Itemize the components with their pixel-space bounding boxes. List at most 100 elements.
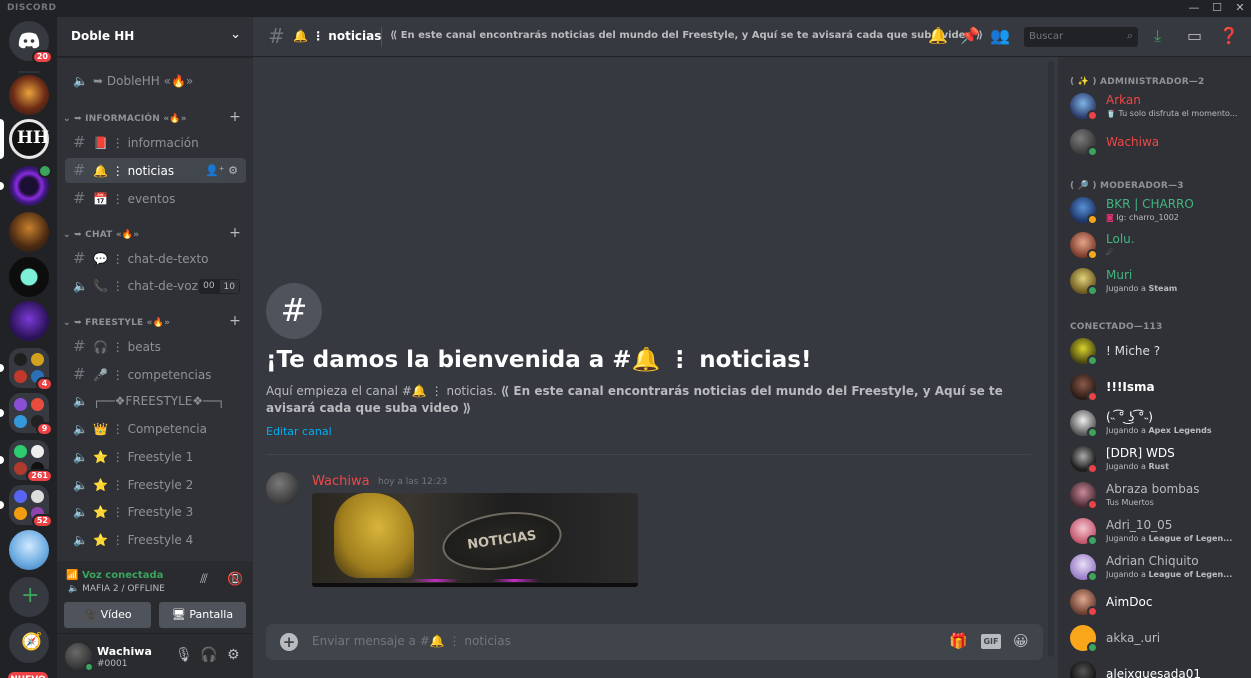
search-input[interactable]: Buscar ⌕ [1024,27,1138,47]
invite-icon[interactable]: 👤⁺ [205,164,225,177]
voice-channel-doblehh[interactable]: 🔈 ➥ DobleHH «🔥» [65,69,246,94]
category-chat[interactable]: ⌄ ➥ CHAT «🔥» + [59,225,249,243]
voice-channel-freestyle-2[interactable]: 🔈 ⭐ ⋮ Freestyle 2 [65,473,246,498]
server-folder-1[interactable]: 4 [0,348,53,391]
add-channel-icon[interactable]: + [229,109,241,125]
member-aleixquesada01[interactable]: aleixquesada01 [1070,659,1248,678]
download-icon[interactable]: ⤓ [1154,26,1161,46]
minimize-icon[interactable]: — [1183,1,1205,16]
member-aimdoc[interactable]: AimDoc [1070,587,1248,619]
avatar[interactable] [266,472,299,505]
member-activity-text: Ig: charro_1002 [1116,213,1179,222]
add-channel-icon[interactable]: + [229,313,241,329]
server-folder-3[interactable]: 261 [0,440,53,483]
pin-icon[interactable]: 📌 [960,26,980,45]
gift-icon[interactable]: 🎁 [949,632,968,650]
member-list-icon[interactable]: 👥 [990,26,1010,45]
add-channel-icon[interactable]: + [229,225,241,241]
channel-eventos[interactable]: # 📅 ⋮ eventos [65,186,246,211]
voice-channel-freestyle-divider[interactable]: 🔈 ┌──❖FREESTYLE❖──┐ [65,389,246,414]
voice-status[interactable]: 📶 Voz conectada [66,570,163,581]
channel-beats[interactable]: # 🎧 ⋮ beats [65,334,246,359]
member-adri[interactable]: Adri_10_05 Jugando a League of Legen... [1070,516,1248,548]
video-button[interactable]: 🎥 Vídeo [64,602,151,628]
voice-channel-chat-de-voz[interactable]: 🔈 📞 ⋮ chat-de-voz 00 10 [65,274,246,299]
server-icon-4[interactable] [9,212,49,252]
gif-button[interactable]: GIF [981,634,1001,649]
server-folder-2[interactable]: 9 [0,393,53,436]
member-activity: Jugando a Rust [1106,462,1246,471]
help-icon[interactable]: ❓ [1219,26,1239,45]
member-name: AimDoc [1106,595,1153,609]
member-arkan[interactable]: Arkan 🥤 Tu solo disfruta el momento... [1070,91,1248,123]
upload-plus-icon[interactable]: + [280,633,298,651]
category-informacion[interactable]: ⌄ ➥ INFORMACIÓN «🔥» + [59,109,249,127]
voice-channel-info[interactable]: 🔈 MAFIA 2 / OFFLINE [68,584,165,594]
member-muri[interactable]: Muri Jugando a Steam [1070,266,1248,298]
emoji-icon[interactable]: 😀 [1013,632,1029,650]
member-name: Muri [1106,268,1133,282]
server-icon-11[interactable] [9,530,49,570]
member-ddr-wds[interactable]: [DDR] WDS Jugando a Rust [1070,444,1248,476]
server-folder-4[interactable]: 52 [0,485,53,528]
category-freestyle[interactable]: ⌄ ➥ FREESTYLE «🔥» + [59,313,249,331]
explore-servers-button[interactable]: 🧭 [9,623,49,663]
member-miche[interactable]: ! Miche ? [1070,336,1248,368]
server-icon-5[interactable] [9,257,49,297]
server-icon-3[interactable] [0,164,52,206]
header-divider [381,27,382,47]
channel-informacion[interactable]: # 📕 ⋮ información [65,130,246,155]
member-wachiwa[interactable]: Wachiwa [1070,127,1248,159]
member-adrian-chiquito[interactable]: Adrian Chiquito Jugando a League of Lege… [1070,552,1248,584]
edit-channel-link[interactable]: Editar canal [266,425,332,438]
member-isma[interactable]: !!!Isma [1070,372,1248,404]
maximize-icon[interactable]: ☐ [1206,1,1228,16]
voice-channel-competencia[interactable]: 🔈 👑 ⋮ Competencia [65,417,246,442]
close-icon[interactable]: ✕ [1229,1,1251,16]
microphone-icon[interactable]: 🎙 [175,647,193,663]
unread-indicator [0,501,4,509]
server-6-avatar [9,301,49,341]
member-abraza-bombas[interactable]: Abraza bombas Tus Muertos [1070,480,1248,512]
channel-noticias[interactable]: # 🔔 ⋮ noticias 👤⁺ ⚙ [65,158,246,183]
gear-icon[interactable]: ⚙ [227,647,240,663]
member-akka-uri[interactable]: akka_.uri [1070,623,1248,655]
dnd-status-icon [1087,499,1098,510]
channel-chat-de-texto[interactable]: # 💬 ⋮ chat-de-texto [65,246,246,271]
member-bkr-charro[interactable]: BKR | CHARRO ◙ Ig: charro_1002 [1070,195,1248,227]
unread-indicator [0,364,4,372]
chat-scrollbar[interactable] [1048,61,1054,657]
server-icon-1[interactable] [9,75,49,115]
noise-suppression-icon[interactable]: ⫻ [200,572,208,587]
member-name: BKR | CHARRO [1106,197,1194,211]
screen-share-button[interactable]: 🖥 Pantalla [159,602,246,628]
disconnect-icon[interactable]: 📵 [227,572,243,587]
server-icon-6[interactable] [9,301,49,341]
inbox-icon[interactable]: ▭ [1187,26,1202,45]
headphones-icon[interactable]: 🎧 [200,647,217,663]
image-bottom-bar [312,583,638,587]
add-server-button[interactable]: + [9,577,49,617]
member-lenny[interactable]: (˵ ͡° ͜ʖ ͡°˵) Jugando a Apex Legends [1070,408,1248,440]
gear-icon[interactable]: ⚙ [228,164,238,177]
voice-channel-freestyle-1[interactable]: 🔈 ⭐ ⋮ Freestyle 1 [65,445,246,470]
member-lolu[interactable]: Lolu. ☄ [1070,230,1248,262]
channel-competencias[interactable]: # 🎤 ⋮ competencias [65,362,246,387]
voice-channel-freestyle-4[interactable]: 🔈 ⭐ ⋮ Freestyle 4 [65,528,246,553]
message-image-attachment[interactable]: NOTICIAS [312,493,638,587]
member-name: Wachiwa [1106,135,1160,149]
message-composer[interactable]: + Enviar mensaje a #🔔 ⋮ noticias 🎁 GIF 😀 [266,624,1043,660]
server-header[interactable]: Doble HH ⌄ [57,17,253,57]
online-status-icon [1087,571,1098,582]
bell-icon[interactable]: 🔔 [928,26,948,45]
member-activity: 🥤 Tu solo disfruta el momento... [1106,109,1238,118]
member-name: aleixquesada01 [1106,667,1201,678]
home-button[interactable]: 20 [9,21,53,64]
speaker-icon: 🔈 [73,394,88,408]
message-author[interactable]: Wachiwa [312,474,370,489]
member-activity: Tus Muertos [1106,498,1154,507]
server-separator [18,71,40,73]
server-icon-doble-hh[interactable]: HH [0,119,49,159]
channel-topic[interactable]: ⟪ En este canal encontrarás noticias del… [390,30,983,41]
voice-channel-freestyle-3[interactable]: 🔈 ⭐ ⋮ Freestyle 3 [65,500,246,525]
